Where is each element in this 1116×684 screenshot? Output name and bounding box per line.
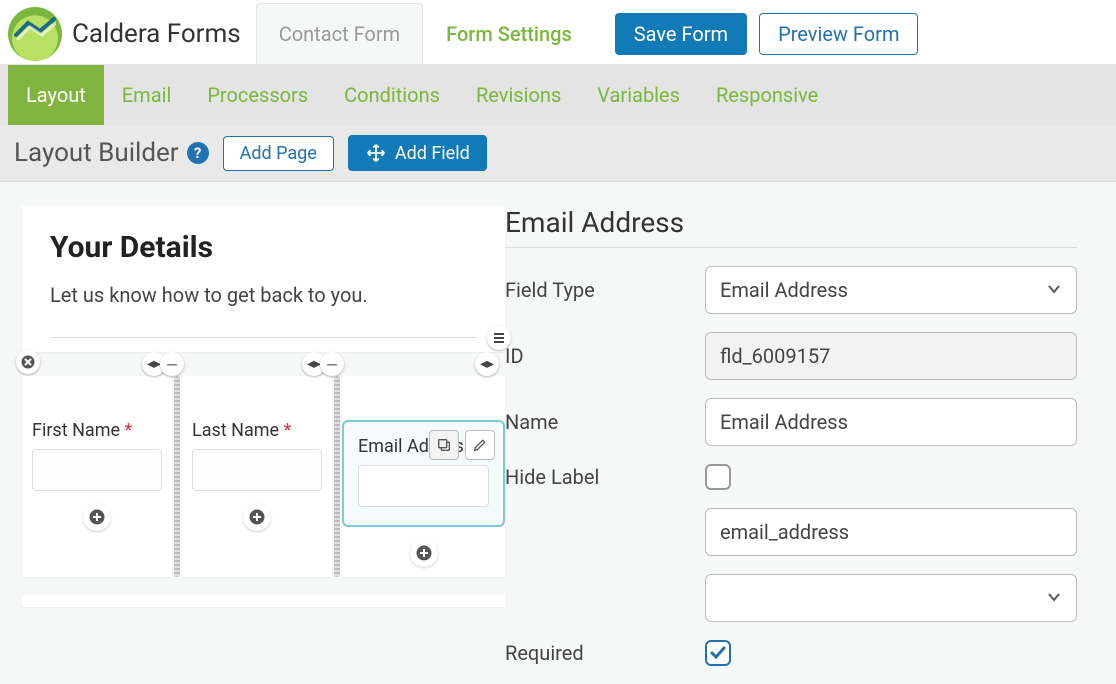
field-label-first: First Name * <box>32 420 132 441</box>
field-name-input[interactable]: Email Address <box>705 398 1077 446</box>
field-input-first[interactable] <box>32 449 162 491</box>
preview-form-button[interactable]: Preview Form <box>759 13 918 55</box>
builder-nav: Layout Email Processors Conditions Revis… <box>0 65 1116 125</box>
field-extra-select[interactable] <box>705 574 1077 622</box>
move-icon <box>365 142 387 164</box>
settings-heading: Email Address <box>505 206 1077 239</box>
app-title: Caldera Forms <box>72 19 241 49</box>
label-hide-label: Hide Label <box>505 465 695 489</box>
edit-field-icon[interactable] <box>465 430 495 460</box>
next-block[interactable] <box>22 595 505 607</box>
add-field-icon[interactable] <box>410 539 438 567</box>
nav-revisions[interactable]: Revisions <box>458 65 579 125</box>
field-id-input: fld_6009157 <box>705 332 1077 380</box>
header-bar: Caldera Forms Contact Form Form Settings… <box>0 0 1116 65</box>
chevron-down-icon <box>1046 278 1062 302</box>
nav-responsive[interactable]: Responsive <box>698 65 836 125</box>
section-bar: Layout Builder ? Add Page Add Field <box>0 125 1116 182</box>
field-email-selected[interactable]: Email Address * <box>342 420 505 527</box>
column-email[interactable]: ◂▸ Email Address * <box>342 376 505 577</box>
intro-heading: Your Details <box>50 230 477 265</box>
field-type-select[interactable]: Email Address <box>705 266 1077 314</box>
label-id: ID <box>505 344 695 368</box>
label-name: Name <box>505 410 695 434</box>
column-last-name[interactable]: ◂▸ ─ Last Name * <box>182 376 332 577</box>
row-settings-icon[interactable] <box>487 326 511 350</box>
field-input-last[interactable] <box>192 449 322 491</box>
required-checkbox[interactable] <box>705 640 731 666</box>
field-row: ◂▸ ─ First Name * ◂▸ ─ <box>22 376 505 577</box>
help-icon[interactable]: ? <box>187 142 209 164</box>
add-field-icon[interactable] <box>243 503 271 531</box>
add-page-button[interactable]: Add Page <box>223 136 334 171</box>
field-settings-panel: Email Address Field Type Email Address I… <box>505 206 1095 684</box>
col-remove-icon[interactable]: ─ <box>160 352 184 376</box>
intro-block[interactable]: Your Details Let us know how to get back… <box>22 206 505 352</box>
nav-conditions[interactable]: Conditions <box>326 65 458 125</box>
nav-layout[interactable]: Layout <box>8 65 104 125</box>
field-input-email[interactable] <box>358 465 489 507</box>
logo-icon <box>8 7 62 61</box>
col-remove-icon[interactable]: ─ <box>320 352 344 376</box>
tab-form-settings[interactable]: Form Settings <box>423 3 595 64</box>
column-resize-handle[interactable] <box>334 376 340 577</box>
intro-text: Let us know how to get back to you. <box>50 283 477 307</box>
hide-label-checkbox[interactable] <box>705 464 731 490</box>
field-slug-input[interactable]: email_address <box>705 508 1077 556</box>
save-form-button[interactable]: Save Form <box>615 13 747 55</box>
label-field-type: Field Type <box>505 278 695 302</box>
add-field-icon[interactable] <box>83 503 111 531</box>
column-resize-handle[interactable] <box>174 376 180 577</box>
app-logo: Caldera Forms <box>8 7 256 61</box>
nav-processors[interactable]: Processors <box>189 65 326 125</box>
col-split-icon[interactable]: ◂▸ <box>475 352 499 376</box>
column-first-name[interactable]: ◂▸ ─ First Name * <box>22 376 172 577</box>
layout-builder-title: Layout Builder ? <box>14 138 209 168</box>
label-required: Required <box>505 641 695 665</box>
layout-canvas: Your Details Let us know how to get back… <box>0 206 505 684</box>
add-field-button[interactable]: Add Field <box>348 135 487 171</box>
nav-variables[interactable]: Variables <box>579 65 698 125</box>
chevron-down-icon <box>1046 586 1062 610</box>
duplicate-field-icon[interactable] <box>429 430 459 460</box>
field-label-last: Last Name * <box>192 420 291 441</box>
tab-form-name[interactable]: Contact Form <box>256 3 423 64</box>
nav-email[interactable]: Email <box>104 65 190 125</box>
